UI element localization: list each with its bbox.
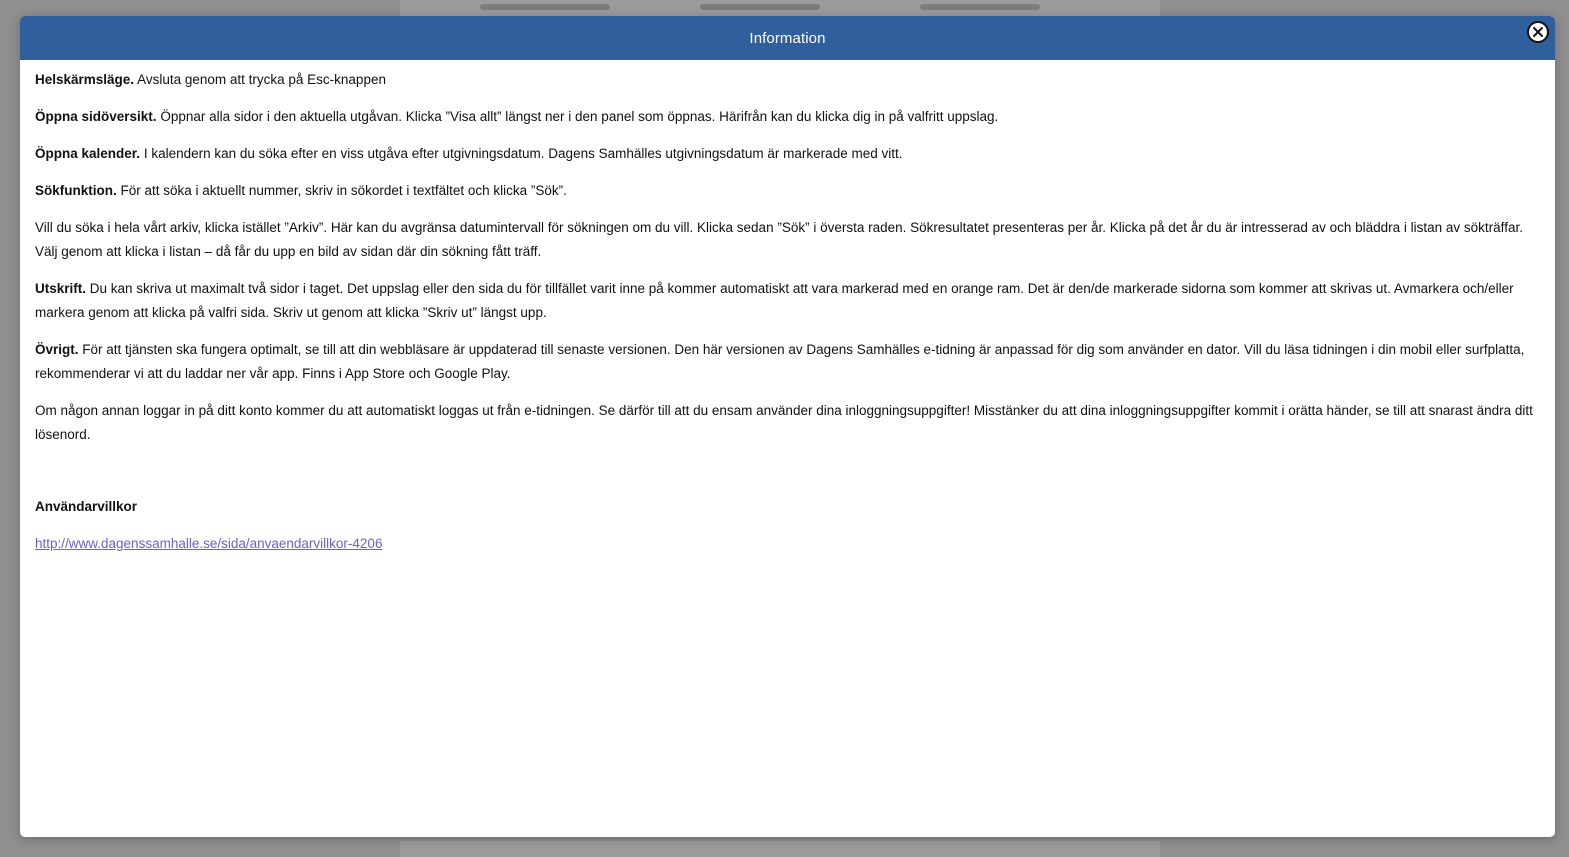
- backdrop-page-preview: [400, 841, 1160, 857]
- paragraph-text: Du kan skriva ut maximalt två sidor i ta…: [35, 281, 1514, 320]
- info-paragraph-other: Övrigt. För att tjänsten ska fungera opt…: [35, 338, 1540, 386]
- info-paragraph-calendar: Öppna kalender. I kalendern kan du söka …: [35, 142, 1540, 166]
- info-paragraph-search: Sökfunktion. För att söka i aktuellt num…: [35, 179, 1540, 203]
- paragraph-text: För att söka i aktuellt nummer, skriv in…: [120, 183, 567, 198]
- close-button[interactable]: [1527, 21, 1549, 43]
- info-paragraph-archive: Vill du söka i hela vårt arkiv, klicka i…: [35, 216, 1540, 264]
- info-paragraph-page-overview: Öppna sidöversikt. Öppnar alla sidor i d…: [35, 105, 1540, 129]
- paragraph-text: För att tjänsten ska fungera optimalt, s…: [35, 342, 1525, 381]
- information-modal: Information Helskärmsläge. Avsluta genom…: [20, 16, 1555, 837]
- info-paragraph-print: Utskrift. Du kan skriva ut maximalt två …: [35, 277, 1540, 325]
- backdrop-toolbar: [400, 0, 1160, 16]
- paragraph-label: Utskrift.: [35, 281, 87, 296]
- paragraph-label: Övrigt.: [35, 342, 79, 357]
- modal-body: Helskärmsläge. Avsluta genom att trycka …: [20, 60, 1555, 556]
- terms-link[interactable]: http://www.dagenssamhalle.se/sida/anvaen…: [35, 536, 382, 551]
- info-paragraph-fullscreen: Helskärmsläge. Avsluta genom att trycka …: [35, 68, 1540, 92]
- paragraph-label: Helskärmsläge.: [35, 72, 135, 87]
- paragraph-label: Öppna sidöversikt.: [35, 109, 157, 124]
- paragraph-text: I kalendern kan du söka efter en viss ut…: [143, 146, 903, 161]
- paragraph-label: Öppna kalender.: [35, 146, 141, 161]
- paragraph-text: Vill du söka i hela vårt arkiv, klicka i…: [35, 220, 1523, 259]
- close-icon: [1533, 27, 1543, 37]
- paragraph-text: Öppnar alla sidor i den aktuella utgåvan…: [160, 109, 999, 124]
- backdrop-mark: [700, 4, 820, 10]
- paragraph-text: Om någon annan loggar in på ditt konto k…: [35, 403, 1533, 442]
- info-paragraph-login-warning: Om någon annan loggar in på ditt konto k…: [35, 399, 1540, 447]
- terms-title: Användarvillkor: [35, 499, 138, 514]
- paragraph-label: Sökfunktion.: [35, 183, 117, 198]
- modal-title: Information: [749, 29, 826, 47]
- paragraph-text: Avsluta genom att trycka på Esc-knappen: [137, 72, 386, 87]
- backdrop-mark: [480, 4, 610, 10]
- modal-header: Information: [20, 16, 1555, 60]
- backdrop-mark: [920, 4, 1040, 10]
